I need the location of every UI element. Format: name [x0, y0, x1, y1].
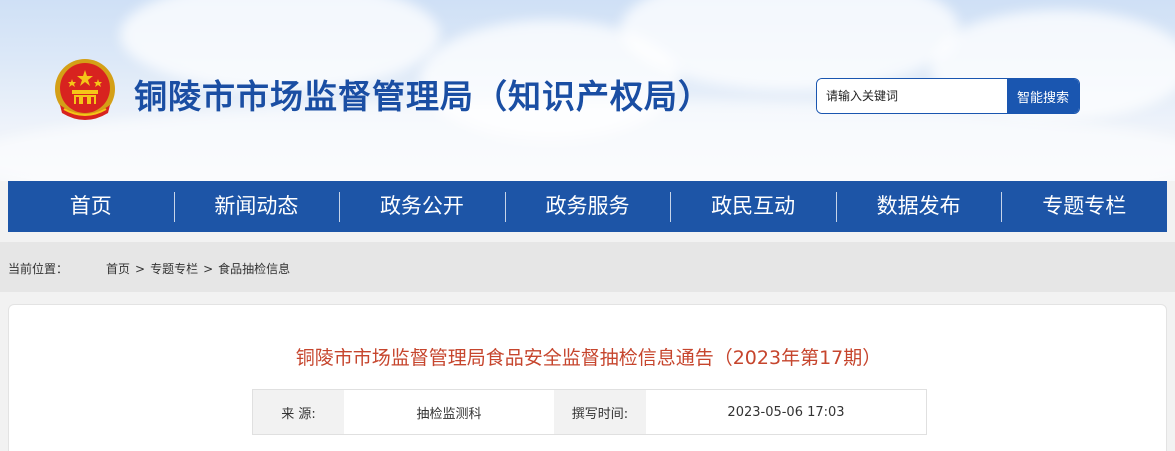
search-button[interactable]: 智能搜索: [1007, 79, 1079, 113]
main-nav: 首页 新闻动态 政务公开 政务服务 政民互动 数据发布 专题专栏: [8, 181, 1167, 232]
source-value: 抽检监测科: [416, 406, 482, 422]
breadcrumb-item-food-inspection[interactable]: 食品抽检信息: [218, 262, 290, 276]
article-meta-table: 来 源: 抽检监测科 撰写时间: 2023-05-06 17:03: [252, 389, 927, 435]
breadcrumb-separator: >: [203, 262, 214, 276]
national-emblem-icon: [55, 59, 115, 120]
nav-item-interaction[interactable]: 政民互动: [670, 181, 836, 232]
breadcrumb-trail: 首页 > 专题专栏 > 食品抽检信息: [106, 260, 290, 277]
breadcrumb-label: 当前位置：: [8, 262, 69, 276]
time-value: 2023-05-06 17:03: [727, 404, 845, 420]
nav-item-news[interactable]: 新闻动态: [173, 181, 340, 232]
site-title[interactable]: 铜陵市市场监督管理局（知识产权局）: [134, 70, 712, 118]
breadcrumb-item-special-topics[interactable]: 专题专栏: [150, 262, 198, 276]
nav-item-gov-affairs-open[interactable]: 政务公开: [339, 181, 505, 232]
time-label: 撰写时间:: [554, 390, 646, 434]
nav-item-gov-services[interactable]: 政务服务: [504, 181, 671, 232]
breadcrumb-item-home[interactable]: 首页: [106, 262, 130, 276]
breadcrumb-separator: >: [135, 262, 146, 276]
source-label: 来 源:: [253, 390, 344, 434]
search-box: 智能搜索: [816, 78, 1080, 114]
breadcrumb: 当前位置： 首页 > 专题专栏 > 食品抽检信息: [0, 242, 1175, 292]
article-title: 铜陵市市场监督管理局食品安全监督抽检信息通告（2023年第17期）: [295, 347, 882, 369]
nav-item-special-topics[interactable]: 专题专栏: [1001, 181, 1167, 232]
nav-item-home[interactable]: 首页: [8, 181, 174, 232]
header-banner: 铜陵市市场监督管理局（知识产权局） 智能搜索: [0, 0, 1175, 181]
nav-item-data-release[interactable]: 数据发布: [835, 181, 1002, 232]
search-input[interactable]: [817, 79, 1007, 113]
article-panel: 铜陵市市场监督管理局食品安全监督抽检信息通告（2023年第17期） 来 源: 抽…: [8, 304, 1167, 451]
